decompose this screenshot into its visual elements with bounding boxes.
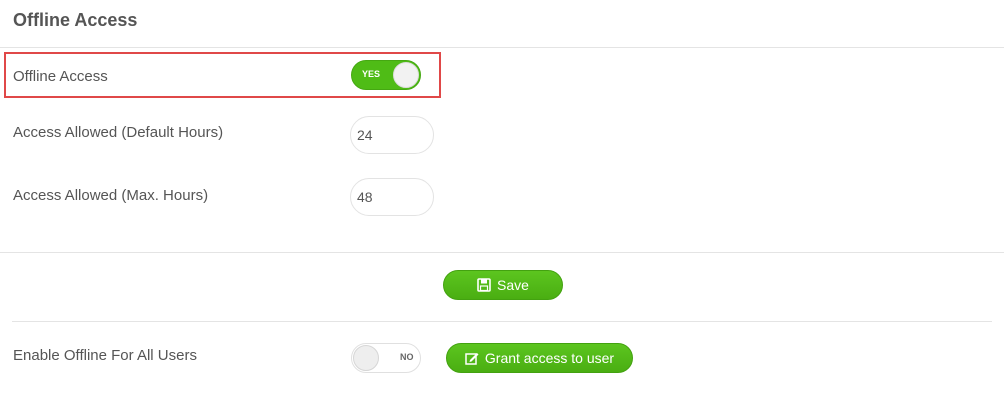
- grant-access-button-label: Grant access to user: [484, 350, 615, 366]
- default-hours-input[interactable]: [350, 116, 434, 154]
- page-title: Offline Access: [13, 10, 138, 30]
- toggle-state-text: YES: [362, 69, 381, 79]
- offline-access-toggle[interactable]: YES: [351, 60, 421, 90]
- divider: [0, 47, 1004, 48]
- save-button-label: Save: [497, 277, 529, 293]
- enable-all-label: Enable Offline For All Users: [13, 347, 197, 364]
- max-hours-input[interactable]: [350, 178, 434, 216]
- toggle-state-text: NO: [400, 352, 414, 362]
- divider: [0, 252, 1004, 253]
- floppy-disk-icon: [477, 278, 491, 292]
- max-hours-label: Access Allowed (Max. Hours): [13, 187, 209, 204]
- divider: [12, 321, 992, 322]
- toggle-knob: [353, 345, 379, 371]
- enable-all-toggle[interactable]: NO: [351, 343, 421, 373]
- toggle-knob: [393, 62, 419, 88]
- save-button[interactable]: Save: [443, 270, 563, 300]
- grant-access-button[interactable]: Grant access to user: [446, 343, 633, 373]
- edit-icon: [465, 351, 479, 365]
- default-hours-label: Access Allowed (Default Hours): [13, 124, 224, 141]
- offline-access-label: Offline Access: [13, 68, 108, 85]
